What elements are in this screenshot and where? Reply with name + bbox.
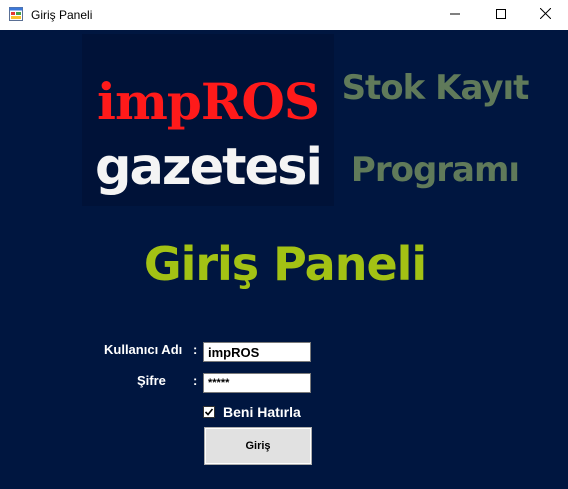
password-colon: : — [193, 373, 198, 388]
password-input[interactable] — [203, 373, 311, 393]
logo-impros-text: impROS — [96, 72, 320, 131]
window-title: Giriş Paneli — [31, 8, 93, 22]
title-bar[interactable]: Giriş Paneli — [0, 0, 568, 30]
minimize-icon — [450, 6, 460, 24]
close-icon — [539, 6, 551, 24]
username-label: Kullanıcı Adı — [104, 342, 183, 357]
minimize-button[interactable] — [432, 0, 478, 30]
program-name-line1: Stok Kayıt — [341, 68, 530, 108]
login-window: Giriş Paneli impROS gazetesi Stok Kayıt … — [0, 0, 568, 489]
logo-gazetesi-text: gazetesi — [94, 138, 323, 197]
maximize-icon — [496, 6, 506, 24]
form-client-area: impROS gazetesi Stok Kayıt Programı Giri… — [0, 30, 568, 489]
password-label: Şifre — [137, 373, 166, 388]
remember-me-checkbox[interactable]: Beni Hatırla — [203, 404, 301, 420]
page-title: Giriş Paneli — [143, 237, 427, 291]
username-colon: : — [193, 342, 198, 357]
maximize-button[interactable] — [478, 0, 524, 30]
checkbox-box[interactable] — [203, 406, 215, 418]
app-form-icon[interactable] — [9, 7, 23, 21]
username-input[interactable] — [203, 342, 311, 362]
program-name-line2: Programı — [350, 150, 520, 190]
login-button[interactable]: Giriş — [204, 427, 312, 465]
close-button[interactable] — [522, 0, 568, 30]
remember-me-label[interactable]: Beni Hatırla — [223, 404, 301, 420]
impros-logo: impROS gazetesi — [82, 34, 334, 206]
checkmark-icon — [204, 408, 214, 416]
